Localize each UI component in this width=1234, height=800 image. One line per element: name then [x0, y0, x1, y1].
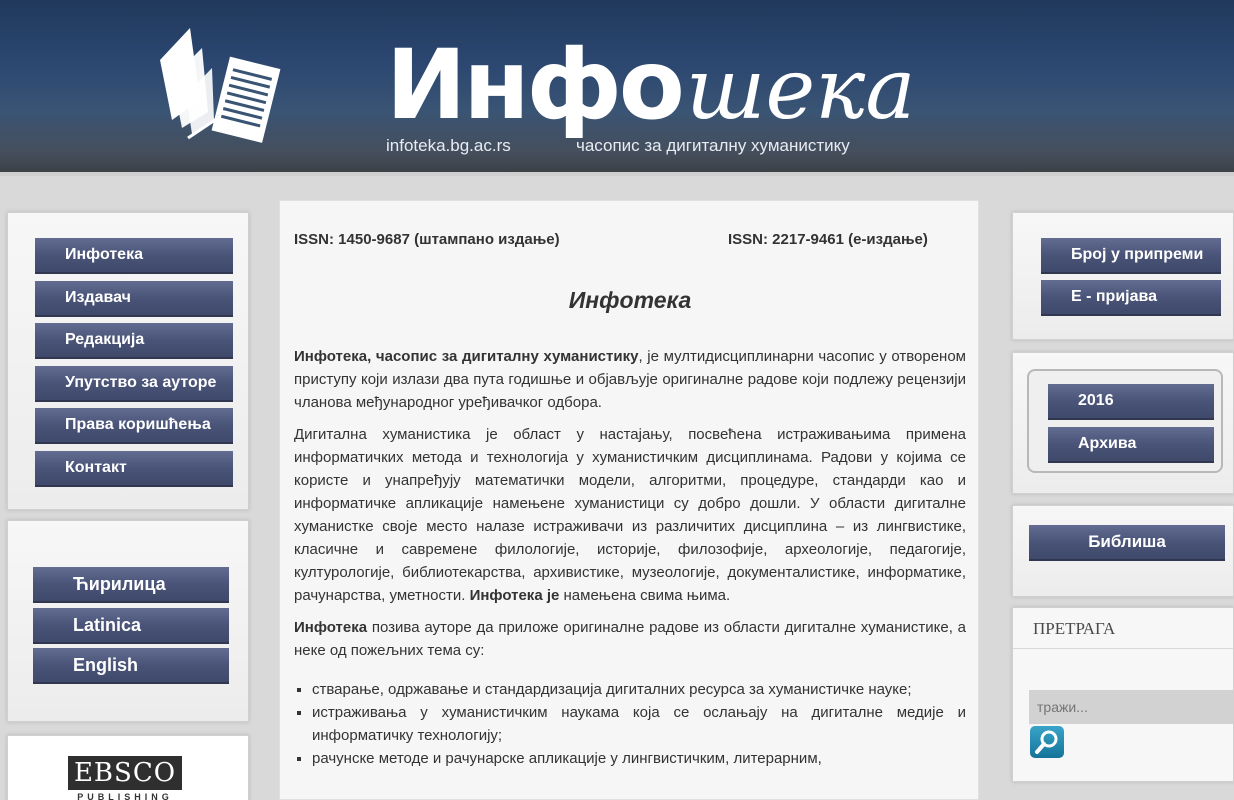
- search-icon: [1035, 730, 1058, 754]
- ebsco-logo[interactable]: EBSCO: [68, 756, 182, 790]
- site-header: Инфо шека infoteka.bg.ac.rs часопис за д…: [0, 0, 1234, 176]
- site-logo-title[interactable]: Инфо шека: [386, 30, 915, 140]
- list-item: стварање, одржавање и стандардизација ди…: [312, 678, 966, 701]
- left-nav-panel: Инфотека Издавач Редакција Упутство за а…: [7, 212, 249, 510]
- list-item: рачунске методе и рачунарске апликације …: [312, 747, 966, 770]
- lang-english-button[interactable]: English: [33, 648, 229, 684]
- dh-end: намењена свима њима.: [563, 587, 731, 604]
- upcoming-issue-button[interactable]: Број у припреми: [1041, 238, 1221, 274]
- archive-button[interactable]: Архива: [1048, 427, 1214, 463]
- site-domain: infoteka.bg.ac.rs: [386, 136, 511, 155]
- search-button[interactable]: [1030, 726, 1064, 758]
- biblisha-panel: Библиша: [1012, 505, 1234, 597]
- intro-bold: Инфотека, часопис за дигиталну хуманисти…: [294, 348, 639, 365]
- digital-humanities-paragraph: Дигитална хуманистика је област у настај…: [294, 423, 966, 607]
- nav-item-publisher[interactable]: Издавач: [35, 281, 233, 317]
- site-subtitle: часопис за дигиталну хуманистику: [576, 136, 850, 155]
- language-panel: Ћирилица Latinica English: [7, 520, 249, 722]
- call-text: позива ауторе да приложе оригиналне радо…: [294, 619, 966, 659]
- search-divider: [1013, 648, 1234, 649]
- right-top-panel: Број у припреми Е - пријава: [1012, 212, 1234, 340]
- e-submission-button[interactable]: Е - пријава: [1041, 280, 1221, 316]
- archive-panel: 2016 Архива: [1012, 352, 1234, 494]
- lang-cyrillic-button[interactable]: Ћирилица: [33, 567, 229, 603]
- biblisha-button[interactable]: Библиша: [1029, 525, 1225, 561]
- logo-italic-text: шека: [685, 40, 916, 138]
- article-body: Инфотека, часопис за дигиталну хуманисти…: [294, 345, 966, 770]
- intro-paragraph: Инфотека, часопис за дигиталну хуманисти…: [294, 345, 966, 414]
- nav-item-author-guidelines[interactable]: Упутство за ауторе: [35, 366, 233, 402]
- search-title: ПРЕТРАГА: [1033, 619, 1116, 638]
- nav-item-editorial-board[interactable]: Редакција: [35, 323, 233, 359]
- call-bold: Инфотека: [294, 619, 368, 636]
- nav-item-contact[interactable]: Контакт: [35, 451, 233, 487]
- logo-bold-text: Инфо: [386, 29, 685, 141]
- ebsco-panel: EBSCO PUBLISHING: [7, 735, 249, 800]
- year-2016-button[interactable]: 2016: [1048, 384, 1214, 420]
- ebsco-name: EBSCO: [73, 758, 177, 788]
- dh-bold: Инфотека је: [469, 587, 560, 604]
- main-content: ISSN: 1450-9687 (штампано издање) ISSN: …: [279, 200, 979, 800]
- nav-item-usage-rights[interactable]: Права коришћења: [35, 408, 233, 444]
- ebsco-subtitle: PUBLISHING: [77, 792, 173, 800]
- page-title: Инфотека: [568, 287, 692, 313]
- list-item: истраживања у хуманистичким наукама која…: [312, 701, 966, 747]
- issn-print: ISSN: 1450-9687 (штампано издање): [294, 231, 560, 248]
- topics-list: стварање, одржавање и стандардизација ди…: [294, 678, 966, 770]
- search-input[interactable]: [1029, 690, 1234, 724]
- issn-online: ISSN: 2217-9461 (е-издање): [728, 231, 928, 248]
- book-logo-icon: [160, 28, 281, 143]
- lang-latin-button[interactable]: Latinica: [33, 608, 229, 644]
- nav-item-infoteka[interactable]: Инфотека: [35, 238, 233, 274]
- call-paragraph: Инфотека позива ауторе да приложе оригин…: [294, 616, 966, 662]
- dh-text: Дигитална хуманистика је област у настај…: [294, 426, 966, 604]
